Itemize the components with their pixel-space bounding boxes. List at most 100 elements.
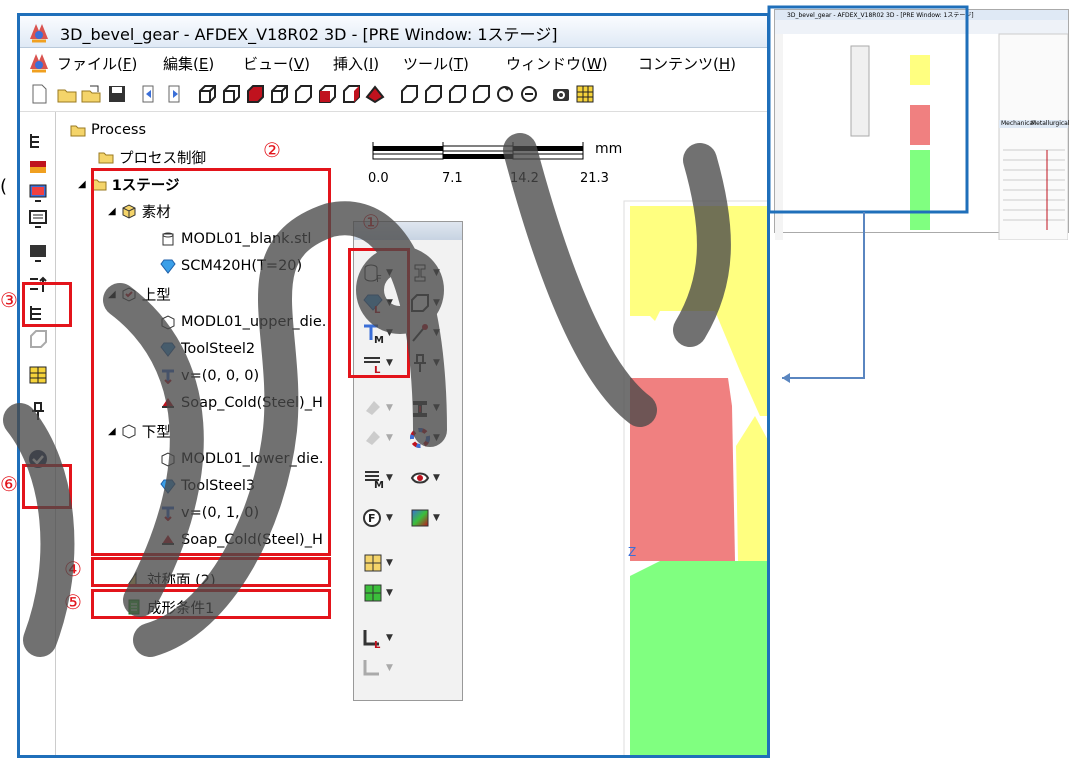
probe-add-icon[interactable]: [409, 322, 431, 344]
open-folder-icon[interactable]: [56, 83, 78, 105]
menu-window[interactable]: ウィンドウ(W): [506, 53, 608, 74]
menu-insert[interactable]: 挿入(I): [333, 53, 379, 74]
view-box-1-icon[interactable]: [196, 83, 218, 105]
tree-upper-lube[interactable]: Soap_Cold(Steel)_H: [160, 392, 323, 414]
mesh-add-icon[interactable]: M: [362, 467, 384, 491]
dropdown-arrow-icon[interactable]: ▼: [386, 268, 393, 278]
material-db-icon[interactable]: [27, 156, 49, 178]
contour-icon[interactable]: [409, 467, 431, 489]
dropdown-arrow-icon[interactable]: ▼: [433, 268, 440, 278]
palette-header[interactable]: [354, 222, 462, 240]
gradient-icon[interactable]: [409, 507, 431, 529]
menu-app-icon[interactable]: [28, 51, 50, 73]
tree-material[interactable]: ◢ 素材: [108, 200, 171, 222]
die-add-icon[interactable]: [409, 262, 431, 284]
expand-arrow-icon[interactable]: ◢: [108, 206, 116, 217]
view-rotate-2-icon[interactable]: [422, 83, 444, 105]
dropdown-arrow-icon[interactable]: ▼: [433, 473, 440, 483]
table-icon[interactable]: [27, 364, 49, 386]
view-rotate-1-icon[interactable]: [398, 83, 420, 105]
tree-material-file[interactable]: MODL01_blank.stl: [160, 228, 311, 250]
velocity-add-icon[interactable]: M: [362, 322, 384, 346]
menu-view[interactable]: ビュー(V): [243, 53, 310, 74]
export-icon[interactable]: [164, 83, 186, 105]
dropdown-arrow-icon[interactable]: ▼: [433, 328, 440, 338]
dropdown-arrow-icon[interactable]: ▼: [386, 588, 393, 598]
view-box-7-icon[interactable]: [340, 83, 362, 105]
process-tree-icon[interactable]: [27, 130, 49, 152]
app-logo-icon: [28, 21, 50, 43]
view-rotate-5-icon[interactable]: [494, 83, 516, 105]
tree-condition[interactable]: 成形条件1: [126, 596, 214, 618]
grid-tool-1-icon[interactable]: [362, 552, 384, 574]
tree-upper-tool[interactable]: ToolSteel2: [160, 338, 255, 360]
expand-arrow-icon[interactable]: ◢: [108, 426, 116, 437]
menu-tools[interactable]: ツール(T): [403, 53, 469, 74]
menu-file[interactable]: ファイル(F): [57, 53, 137, 74]
view-box-4-icon[interactable]: [268, 83, 290, 105]
dropdown-arrow-icon[interactable]: ▼: [433, 358, 440, 368]
axis-z-label: Z: [628, 545, 636, 559]
dropdown-arrow-icon[interactable]: ▼: [386, 513, 393, 523]
dropdown-arrow-icon[interactable]: ▼: [433, 403, 440, 413]
dropdown-arrow-icon[interactable]: ▼: [433, 513, 440, 523]
grid-icon[interactable]: [574, 83, 596, 105]
pin-add-icon[interactable]: [409, 352, 431, 374]
camera-icon[interactable]: [550, 83, 572, 105]
check-icon[interactable]: [27, 448, 49, 470]
blank-add-icon[interactable]: F: [362, 262, 384, 285]
save-icon[interactable]: [106, 83, 128, 105]
menu-edit[interactable]: 編集(E): [163, 53, 214, 74]
tree-lower-velocity[interactable]: v=(0, 1, 0): [160, 502, 259, 524]
dropdown-arrow-icon[interactable]: ▼: [386, 473, 393, 483]
view-rotate-4-icon[interactable]: [470, 83, 492, 105]
view-rotate-3-icon[interactable]: [446, 83, 468, 105]
view-box-8-icon[interactable]: [364, 83, 386, 105]
view-box-6-icon[interactable]: [316, 83, 338, 105]
list-tree-icon[interactable]: [27, 302, 49, 324]
beam-icon[interactable]: [409, 397, 431, 419]
dropdown-arrow-icon[interactable]: ▼: [386, 298, 393, 308]
pin-icon[interactable]: [27, 400, 49, 422]
dropdown-arrow-icon[interactable]: ▼: [386, 558, 393, 568]
lubricant-add-icon[interactable]: L: [362, 352, 384, 376]
display-icon[interactable]: [27, 242, 49, 264]
callout-number-3: ③: [0, 288, 18, 312]
menu-contents[interactable]: コンテンツ(H): [638, 53, 736, 74]
tree-lower-tool[interactable]: ToolSteel3: [160, 475, 255, 497]
material-add-icon[interactable]: L: [362, 292, 384, 316]
tree-stage[interactable]: ◢ 1ステージ: [78, 173, 180, 195]
view-box-2-icon[interactable]: [220, 83, 242, 105]
expand-arrow-icon[interactable]: ◢: [108, 289, 116, 300]
dropdown-arrow-icon[interactable]: ▼: [386, 328, 393, 338]
import-icon[interactable]: [138, 83, 160, 105]
corner-tool-icon[interactable]: L: [362, 627, 384, 651]
new-file-icon[interactable]: [28, 83, 50, 105]
tree-symmetry[interactable]: 対称面 (2): [126, 568, 216, 590]
tree-process-control[interactable]: プロセス制御: [98, 146, 206, 168]
box-add-icon[interactable]: [409, 292, 431, 314]
dropdown-arrow-icon[interactable]: ▼: [433, 433, 440, 443]
view-box-3-icon[interactable]: [244, 83, 266, 105]
tree-upper-die[interactable]: ◢ 上型: [108, 283, 171, 305]
tree-upper-file[interactable]: MODL01_upper_die.: [160, 311, 326, 333]
dropdown-arrow-icon[interactable]: ▼: [433, 298, 440, 308]
monitor-icon[interactable]: [27, 208, 49, 230]
tree-lower-file[interactable]: MODL01_lower_die.: [160, 448, 324, 470]
expand-arrow-icon[interactable]: ◢: [78, 179, 86, 190]
tree-lower-lube[interactable]: Soap_Cold(Steel)_H: [160, 529, 323, 551]
tree-upper-velocity[interactable]: v=(0, 0, 0): [160, 365, 259, 387]
tree-lower-die[interactable]: ◢ 下型: [108, 420, 171, 442]
friction-icon[interactable]: F: [362, 507, 384, 529]
tree-root[interactable]: Process: [70, 119, 146, 141]
view-rotate-6-icon[interactable]: [518, 83, 540, 105]
dropdown-arrow-icon[interactable]: ▼: [386, 358, 393, 368]
color-wheel-icon[interactable]: [409, 427, 431, 449]
list-up-icon[interactable]: [27, 274, 49, 296]
monitor-color-icon[interactable]: [27, 182, 49, 204]
grid-tool-2-icon[interactable]: [362, 582, 384, 604]
open-file-icon[interactable]: [80, 83, 102, 105]
view-box-5-icon[interactable]: [292, 83, 314, 105]
tree-material-steel[interactable]: SCM420H(T=20): [160, 255, 302, 277]
dropdown-arrow-icon[interactable]: ▼: [386, 633, 393, 643]
